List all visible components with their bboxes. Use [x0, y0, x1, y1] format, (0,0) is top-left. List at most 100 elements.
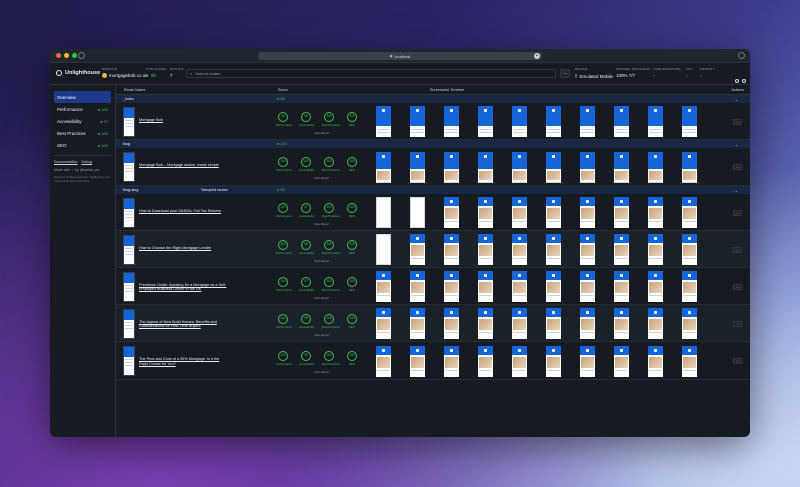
website-value[interactable]: mortgagebob.co.uk [102, 73, 148, 78]
theme-toggle-icon[interactable] [742, 79, 746, 83]
table-row[interactable]: Freelance Guide: Applying for a Mortgage… [116, 268, 750, 305]
more-options-button[interactable]: … [560, 69, 570, 78]
maximize-window-button[interactable] [72, 53, 77, 58]
route-name-link[interactable]: Freelance Guide: Applying for a Mortgage… [139, 283, 229, 292]
score-seo[interactable]: 100 SEO [345, 157, 359, 172]
score-seo[interactable]: 100 SEO [345, 239, 359, 255]
view-report-link[interactable]: View Report [314, 333, 329, 337]
row-actions-button[interactable]: … [733, 246, 742, 253]
score-best-practices[interactable]: 100 Best Practices [322, 157, 340, 172]
route-name-link[interactable]: How to Download your SA302s: Full Tax Re… [139, 209, 229, 214]
view-report-link[interactable]: View Report [314, 222, 329, 226]
score-best-practices[interactable]: 100 Best Practices [322, 313, 340, 329]
score-label: Accessibility [299, 122, 315, 127]
device-value[interactable]: ▯ Emulated Mobile [575, 73, 613, 79]
col-score[interactable]: Score [278, 88, 288, 92]
score-best-practices[interactable]: 100 Best Practices [322, 111, 340, 127]
col-route-name[interactable]: Route Name [124, 88, 145, 92]
address-bar[interactable]: ◉ localhost + [258, 52, 542, 60]
screenshot-timeline [376, 106, 697, 137]
route-name-link[interactable]: How to Choose the Right Mortgage Lender [139, 246, 229, 251]
score-best-practices[interactable]: 100 Best Practices [322, 202, 340, 218]
table-row[interactable]: Mortgage Bob 98 Performance 95 Accessibility… [116, 103, 750, 140]
score-performance[interactable]: 100 Performance [276, 202, 292, 218]
score-accessibility[interactable]: 95 Accessibility [299, 239, 314, 255]
score-label: SEO [349, 324, 355, 329]
view-report-link[interactable]: View Report [314, 296, 329, 300]
chevron-down-icon[interactable]: ⌄ [735, 188, 738, 193]
score-accessibility[interactable]: 95 Accessibility [299, 351, 314, 366]
close-window-button[interactable] [56, 53, 61, 58]
score-seo[interactable]: 100 SEO [345, 276, 359, 292]
timeline-screenshot [444, 106, 459, 137]
view-report-link[interactable]: View Report [314, 259, 329, 263]
app-logo[interactable]: Unlighthouse [56, 70, 100, 76]
timeline-screenshot [376, 345, 391, 377]
score-accessibility[interactable]: 97 Accessibility [299, 202, 315, 218]
row-actions-button[interactable]: … [733, 320, 742, 327]
score-performance[interactable]: 100 Performance [276, 351, 292, 366]
sidebar-item-performance[interactable]: Performance ● 100 [54, 103, 111, 115]
chevron-down-icon[interactable]: ⌄ [735, 142, 738, 147]
screenshot-timeline [376, 151, 697, 183]
score-performance[interactable]: 100 Performance [276, 239, 292, 255]
row-actions-button[interactable]: … [733, 164, 742, 170]
timeline-screenshot [546, 234, 561, 265]
row-actions-button[interactable]: … [733, 358, 742, 364]
table-row[interactable]: The Pros and Cons of a 95% Mortgage: Is … [116, 342, 750, 380]
chevron-down-icon[interactable]: ⌄ [735, 97, 738, 102]
github-icon[interactable] [735, 79, 739, 83]
score-seo[interactable]: 100 SEO [345, 313, 359, 329]
table-row[interactable]: How to Choose the Right Mortgage Lender 1… [116, 231, 750, 268]
score-label: Performance [276, 122, 293, 127]
row-actions-button[interactable]: … [733, 209, 742, 216]
score-performance[interactable]: 100 Performance [276, 276, 292, 292]
debug-link[interactable]: Debug [82, 160, 92, 164]
sidebar-item-seo[interactable]: SEO ● 100 [54, 139, 111, 151]
view-report-link[interactable]: View Report [314, 370, 329, 374]
score-seo[interactable]: 100 SEO [345, 111, 359, 127]
score-accessibility[interactable]: 95 Accessibility [299, 111, 315, 127]
route-name-link[interactable]: The Pros and Cons of a 95% Mortgage: Is … [139, 357, 229, 366]
score-performance[interactable]: 100 Performance [276, 313, 293, 329]
score-label: Accessibility [299, 213, 315, 218]
route-group-row[interactable]: blog-slug Sampled routes ● 99 ⌄ [116, 186, 750, 194]
minimize-window-button[interactable] [64, 53, 69, 58]
view-report-link[interactable]: View Report [314, 131, 329, 135]
score-seo[interactable]: 100 SEO [345, 351, 359, 366]
documentation-link[interactable]: Documentation [54, 160, 78, 164]
search-input[interactable]: ⌕ Search routes [186, 69, 556, 78]
row-actions-button[interactable]: … [733, 118, 742, 125]
timeline-screenshot [478, 308, 493, 339]
score-ring: 100 [324, 157, 334, 167]
score-best-practices[interactable]: 100 Best Practices [322, 239, 340, 255]
score-accessibility[interactable]: 97 Accessibility [299, 276, 314, 292]
table-row[interactable]: Mortgage Bob – Mortgage advice, made sim… [116, 148, 750, 186]
score-performance[interactable]: 100 Performance [276, 157, 292, 172]
score-accessibility[interactable]: 100 Accessibility [299, 157, 314, 172]
table-row[interactable]: The Appeal of New Build Homes: Benefits … [116, 305, 750, 342]
route-name-link[interactable]: Mortgage Bob [139, 118, 229, 123]
score-best-practices[interactable]: 100 Best Practices [322, 351, 340, 366]
score-label: Performance [276, 324, 293, 329]
score-best-practices[interactable]: 100 Best Practices [322, 276, 340, 292]
score-accessibility[interactable]: 95 Accessibility [299, 313, 314, 329]
table-row[interactable]: How to Download your SA302s: Full Tax Re… [116, 194, 750, 231]
route-name-link[interactable]: The Appeal of New Build Homes: Benefits … [139, 320, 229, 329]
route-group-row[interactable]: blog ● 100 ⌄ [116, 140, 750, 148]
sidebar-item-best-practices[interactable]: Best Practices ● 100 [54, 127, 111, 139]
sidebar-item-accessibility[interactable]: Accessibility ● 97 [54, 115, 111, 127]
attribution-note: Portions of this report use Lighthouse. … [54, 175, 110, 183]
score-seo[interactable]: 100 SEO [345, 202, 359, 218]
row-actions-button[interactable]: … [733, 283, 742, 290]
sidebar-item-overview[interactable]: Overview [54, 91, 111, 103]
view-report-link[interactable]: View Report [314, 176, 329, 180]
globe-icon[interactable] [78, 52, 85, 59]
timeline-screenshot [444, 151, 459, 183]
route-group-row[interactable]: _index ● 99 ⌄ [116, 95, 750, 103]
extensions-icon[interactable] [738, 52, 745, 59]
new-tab-icon[interactable]: + [534, 53, 540, 59]
sidebar-links: Documentation Debug [54, 160, 111, 164]
score-performance[interactable]: 98 Performance [276, 111, 293, 127]
route-name-link[interactable]: Mortgage Bob – Mortgage advice, made sim… [139, 163, 229, 168]
